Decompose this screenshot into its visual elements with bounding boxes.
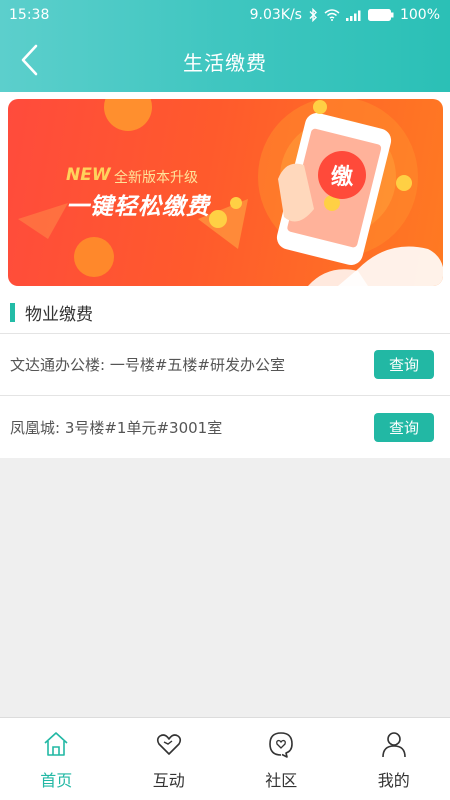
signal-icon — [345, 10, 362, 21]
banner-headline: 一键轻松缴费 — [66, 194, 210, 220]
tab-home[interactable]: 首页 — [0, 718, 113, 800]
main-content: NEW 全新版本升级 一键轻松缴费 缴 物业缴费 文达通办公楼: 一号楼#五楼#… — [0, 92, 450, 458]
banner-subtitle: 全新版本升级 — [114, 170, 198, 186]
home-icon — [41, 729, 71, 759]
query-button[interactable]: 查询 — [374, 412, 434, 442]
section-accent-bar — [10, 303, 15, 322]
app-header: 15:38 9.03K/s 100% 生活缴费 — [0, 0, 450, 92]
property-label: 凤凰城: 3号楼#1单元#3001室 — [10, 418, 223, 437]
tab-community-label: 社区 — [265, 771, 298, 790]
nav-bar: 生活缴费 — [0, 30, 450, 92]
back-button[interactable] — [14, 42, 44, 78]
network-speed: 9.03K/s — [249, 7, 302, 23]
status-bar: 15:38 9.03K/s 100% — [0, 0, 450, 30]
banner-new-label: NEW — [66, 165, 111, 185]
tab-mine[interactable]: 我的 — [338, 718, 450, 800]
heart-icon — [154, 729, 184, 759]
section-title: 物业缴费 — [25, 305, 93, 325]
tab-mine-label: 我的 — [377, 771, 410, 790]
property-row: 文达通办公楼: 一号楼#五楼#研发办公室 查询 — [0, 334, 450, 396]
page-title: 生活缴费 — [183, 50, 267, 75]
tab-community[interactable]: 社区 — [225, 718, 338, 800]
bottom-tab-bar: 首页 互动 社区 我的 — [0, 717, 450, 800]
status-indicators: 9.03K/s 100% — [250, 7, 440, 23]
community-icon — [266, 729, 296, 759]
user-icon — [379, 729, 409, 759]
chevron-left-icon — [21, 44, 38, 76]
tab-home-label: 首页 — [40, 771, 73, 790]
wifi-icon — [324, 9, 340, 21]
status-time: 15:38 — [9, 7, 50, 23]
query-button[interactable]: 查询 — [374, 350, 434, 379]
banner-badge: 缴 — [318, 151, 366, 199]
section-header: 物业缴费 — [0, 292, 450, 334]
property-row: 凤凰城: 3号楼#1单元#3001室 查询 — [0, 396, 450, 458]
bluetooth-icon — [308, 8, 318, 22]
promo-banner[interactable]: NEW 全新版本升级 一键轻松缴费 缴 — [8, 99, 443, 286]
battery-icon — [367, 9, 394, 21]
battery-level: 100% — [399, 7, 440, 23]
tab-interaction-label: 互动 — [152, 771, 185, 790]
property-label: 文达通办公楼: 一号楼#五楼#研发办公室 — [10, 356, 285, 374]
tab-interaction[interactable]: 互动 — [113, 718, 226, 800]
